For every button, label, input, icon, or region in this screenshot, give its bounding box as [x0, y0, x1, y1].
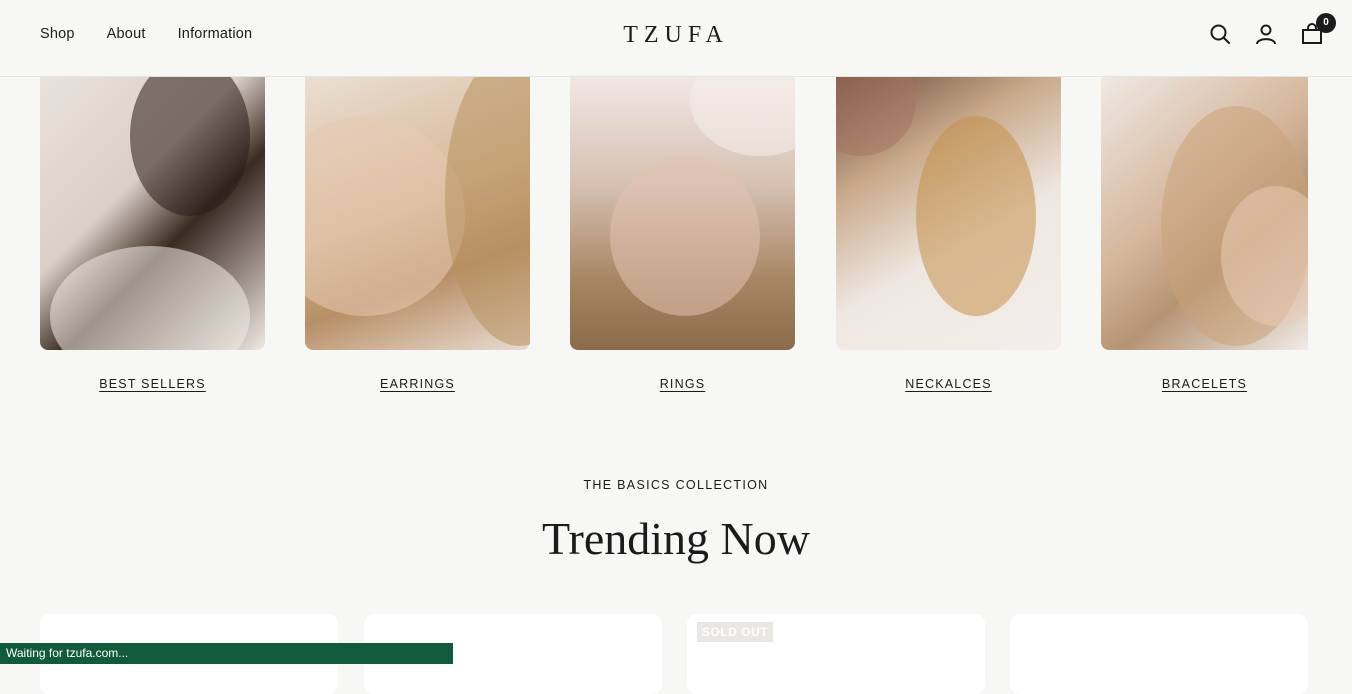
- sold-out-badge: SOLD OUT: [697, 622, 773, 642]
- category-image-bracelets[interactable]: [1101, 76, 1308, 350]
- cart-icon[interactable]: 0: [1300, 13, 1336, 46]
- category-tile-bracelets[interactable]: BRACELETS: [1101, 76, 1308, 391]
- category-link-bracelets[interactable]: BRACELETS: [1101, 377, 1308, 391]
- category-image-best-sellers[interactable]: [40, 76, 265, 350]
- category-tile-necklaces[interactable]: NECKALCES: [836, 76, 1061, 391]
- category-tile-rings[interactable]: RINGS: [570, 76, 795, 391]
- category-image-necklaces[interactable]: [836, 76, 1061, 350]
- category-image-rings[interactable]: [570, 76, 795, 350]
- category-tile-earrings[interactable]: EARRINGS: [305, 76, 530, 391]
- category-tile-best-sellers[interactable]: BEST SELLERS: [40, 76, 265, 391]
- category-link-best-sellers[interactable]: BEST SELLERS: [40, 377, 265, 391]
- category-link-necklaces[interactable]: NECKALCES: [836, 377, 1061, 391]
- category-image-earrings[interactable]: [305, 76, 530, 350]
- category-link-rings[interactable]: RINGS: [570, 377, 795, 391]
- account-icon[interactable]: [1254, 22, 1278, 46]
- product-card[interactable]: [1010, 614, 1308, 694]
- category-carousel: BEST SELLERS EARRINGS RINGS NECKALCES BR…: [40, 76, 1308, 406]
- section-title: Trending Now: [542, 513, 810, 564]
- product-card[interactable]: SOLD OUT: [687, 614, 985, 694]
- category-link-earrings[interactable]: EARRINGS: [305, 377, 530, 391]
- site-header: Shop About Information TZUFA 0: [0, 0, 1352, 77]
- cart-count-badge: 0: [1316, 13, 1336, 33]
- search-icon[interactable]: [1208, 22, 1232, 46]
- header-actions: 0: [1208, 13, 1336, 46]
- section-kicker: THE BASICS COLLECTION: [583, 478, 769, 492]
- site-logo[interactable]: TZUFA: [0, 22, 1352, 49]
- browser-status-bar: Waiting for tzufa.com...: [0, 643, 453, 664]
